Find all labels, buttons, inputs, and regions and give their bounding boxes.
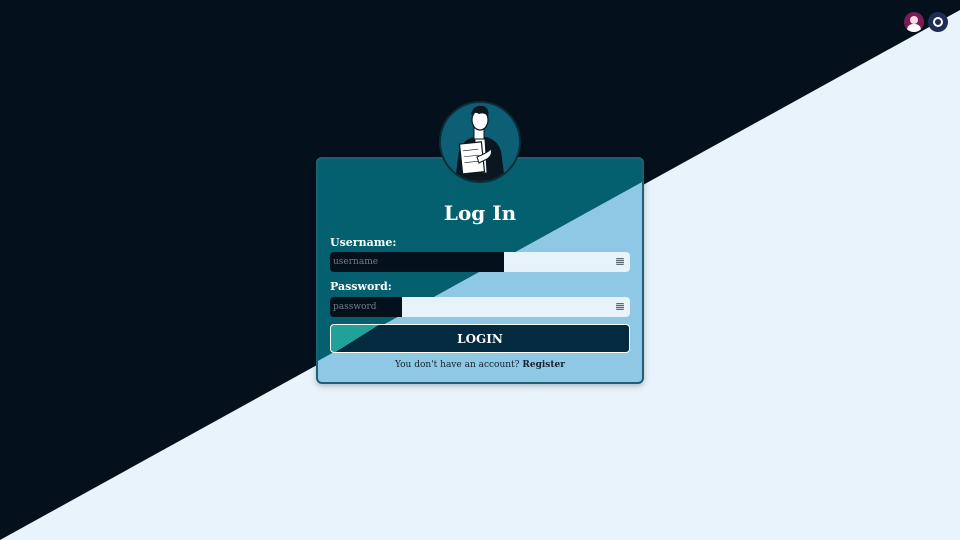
password-field[interactable]	[330, 297, 630, 317]
person-illustration-icon	[455, 105, 505, 181]
login-button[interactable]: LOGIN	[330, 324, 630, 353]
autofill-icon[interactable]	[616, 303, 624, 310]
autofill-icon[interactable]	[616, 258, 624, 265]
login-title: Log In	[443, 201, 517, 225]
password-label: Password:	[330, 280, 392, 293]
register-line: You don't have an account? Register	[318, 360, 642, 370]
avatar-illustration	[439, 101, 521, 183]
login-card: Log In Username: Password: LOGIN You don…	[316, 157, 644, 384]
ring-icon[interactable]	[928, 12, 948, 32]
user-avatar-icon[interactable]	[904, 12, 924, 32]
username-label: Username:	[330, 236, 397, 249]
register-link[interactable]: Register	[522, 360, 565, 370]
username-field[interactable]	[330, 252, 630, 272]
header-icons	[904, 12, 948, 32]
register-prompt: You don't have an account?	[394, 360, 520, 370]
